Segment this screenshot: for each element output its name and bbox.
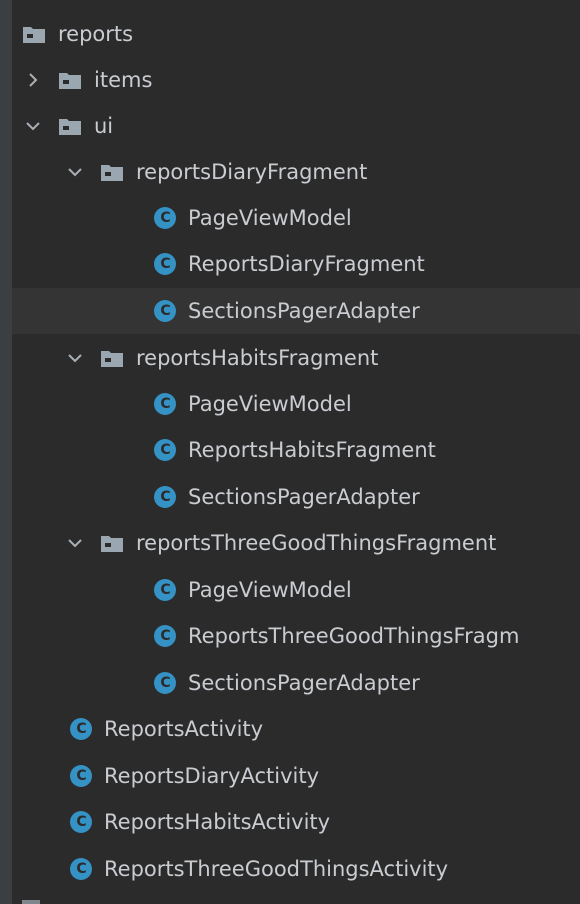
class-icon: C [154, 207, 176, 229]
tree-node-class[interactable]: C ReportsThreeGoodThingsFragm [12, 613, 580, 659]
class-icon: C [70, 858, 92, 880]
tree-node-class[interactable]: C ReportsHabitsFragment [12, 427, 580, 473]
tree-node-label: PageViewModel [188, 392, 352, 416]
tree-node-label: SectionsPagerAdapter [188, 299, 420, 323]
tree-node-label: reportsDiaryFragment [136, 160, 368, 184]
tree-node-class[interactable]: C SectionsPagerAdapter [12, 474, 580, 520]
tree-node-label: SectionsPagerAdapter [188, 485, 420, 509]
tree-node-label: ui [94, 114, 114, 138]
chevron-down-icon[interactable] [64, 161, 86, 183]
tree-node-label: ReportsHabitsFragment [188, 438, 436, 462]
chevron-right-icon[interactable] [22, 69, 44, 91]
class-icon: C [154, 253, 176, 275]
tree-node-label: reportsThreeGoodThingsFragment [136, 531, 497, 555]
class-icon: C [154, 486, 176, 508]
class-icon: C [70, 765, 92, 787]
tree-node-label: PageViewModel [188, 578, 352, 602]
class-icon: C [154, 300, 176, 322]
tree-node-class[interactable]: C ReportsDiaryActivity [12, 753, 580, 799]
class-icon: C [154, 579, 176, 601]
class-icon: C [154, 393, 176, 415]
tree-node-label: ReportsDiaryFragment [188, 252, 425, 276]
folder-icon [23, 26, 45, 43]
next-item-stub [22, 900, 40, 904]
tree-node-label: reports [58, 22, 134, 46]
tree-node-label: ReportsHabitsActivity [104, 810, 331, 834]
class-icon: C [154, 439, 176, 461]
folder-icon [101, 535, 123, 552]
chevron-down-icon[interactable] [22, 115, 44, 137]
tree-node-class[interactable]: C PageViewModel [12, 195, 580, 241]
tree-node-class-selected[interactable]: C SectionsPagerAdapter [12, 288, 580, 334]
class-icon: C [154, 672, 176, 694]
tree-node-items[interactable]: items [12, 57, 580, 103]
tree-node-ui[interactable]: ui [12, 103, 580, 149]
tree-node-class[interactable]: C PageViewModel [12, 381, 580, 427]
tree-node-class[interactable]: C ReportsThreeGoodThingsActivity [12, 846, 580, 892]
tree-node-reports-diary-fragment[interactable]: reportsDiaryFragment [12, 149, 580, 195]
folder-icon [101, 164, 123, 181]
tree-node-label: ReportsThreeGoodThingsActivity [104, 857, 449, 881]
tree-node-class[interactable]: C PageViewModel [12, 567, 580, 613]
tree-node-reports[interactable]: reports [12, 11, 580, 57]
tree-node-class[interactable]: C ReportsActivity [12, 706, 580, 752]
tree-node-label: ReportsActivity [104, 717, 264, 741]
folder-icon [59, 118, 81, 135]
chevron-down-icon[interactable] [64, 532, 86, 554]
class-icon: C [70, 718, 92, 740]
tree-node-class[interactable]: C SectionsPagerAdapter [12, 660, 580, 706]
tree-node-label: items [94, 68, 153, 92]
project-tree-panel: reports items ui reportsDiaryFragment C … [0, 0, 580, 904]
class-icon: C [70, 811, 92, 833]
tree-node-reports-habits-fragment[interactable]: reportsHabitsFragment [12, 335, 580, 381]
folder-icon [101, 350, 123, 367]
tree-node-class[interactable]: C ReportsDiaryFragment [12, 241, 580, 287]
tree-node-reports-three-good-things-fragment[interactable]: reportsThreeGoodThingsFragment [12, 520, 580, 566]
tree-node-label: reportsHabitsFragment [136, 346, 379, 370]
tree-node-label: ReportsDiaryActivity [104, 764, 320, 788]
tree-node-label: ReportsThreeGoodThingsFragm [188, 624, 520, 648]
class-icon: C [154, 625, 176, 647]
tree-node-class[interactable]: C ReportsHabitsActivity [12, 799, 580, 845]
tree-node-label: PageViewModel [188, 206, 352, 230]
chevron-down-icon[interactable] [64, 347, 86, 369]
folder-icon [59, 72, 81, 89]
tree-node-label: SectionsPagerAdapter [188, 671, 420, 695]
